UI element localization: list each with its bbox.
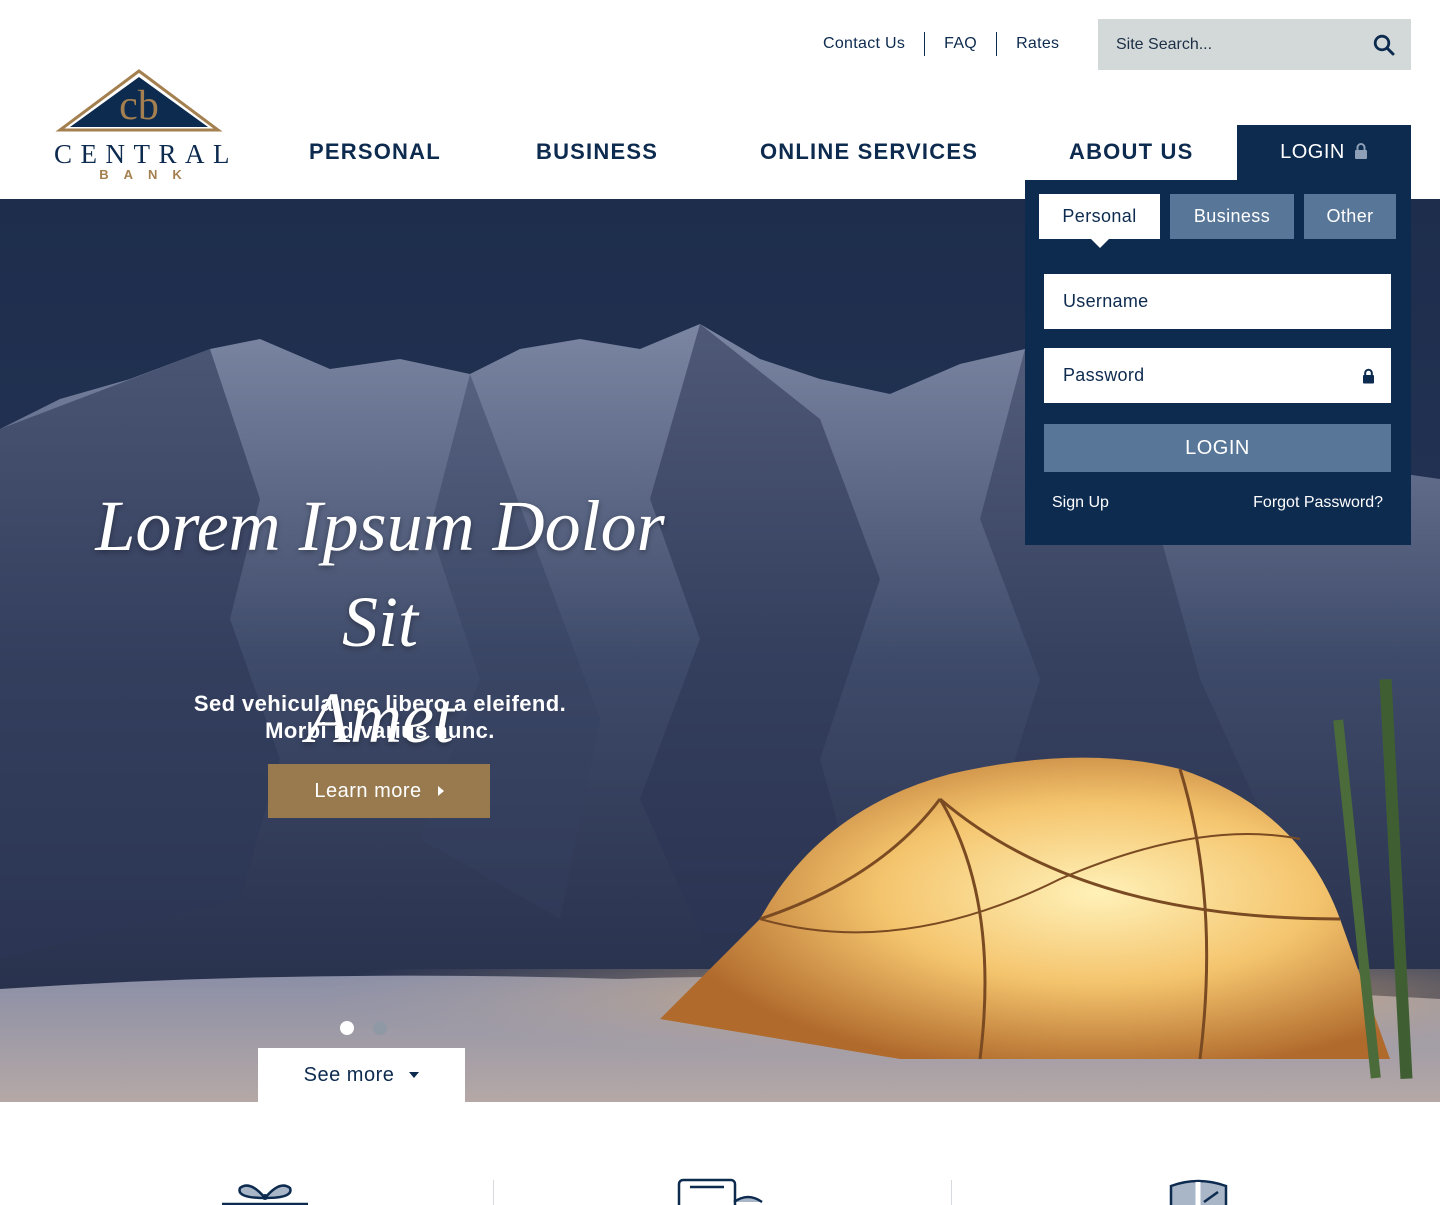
lock-icon bbox=[1354, 143, 1367, 159]
sign-up-link[interactable]: Sign Up bbox=[1052, 494, 1109, 512]
login-tab-other[interactable]: Other bbox=[1304, 194, 1396, 239]
logo-monogram: cb bbox=[119, 83, 159, 129]
nav-login-label: LOGIN bbox=[1280, 141, 1345, 163]
hero-title-line-1: Lorem Ipsum Dolor Sit bbox=[95, 486, 665, 662]
hero-subtitle: Sed vehicula nec libero a eleifend. Morb… bbox=[110, 690, 650, 744]
hero-subtitle-line-1: Sed vehicula nec libero a eleifend. bbox=[193, 691, 567, 716]
username-input[interactable] bbox=[1063, 291, 1375, 312]
username-field-wrap bbox=[1044, 274, 1391, 329]
nav-personal[interactable]: PERSONAL bbox=[309, 139, 441, 165]
carousel-dot-2[interactable] bbox=[373, 1021, 387, 1035]
feature-divider bbox=[493, 1180, 494, 1205]
devices-icon bbox=[677, 1178, 763, 1205]
site-search bbox=[1098, 19, 1411, 70]
shield-icon bbox=[1169, 1179, 1228, 1205]
utility-nav: Contact Us FAQ Rates bbox=[823, 32, 1059, 56]
utility-nav-divider bbox=[924, 32, 926, 56]
nav-online-services[interactable]: ONLINE SERVICES bbox=[760, 139, 978, 165]
lock-icon bbox=[1363, 368, 1374, 383]
logo-subtitle: BANK bbox=[99, 167, 197, 182]
search-input[interactable] bbox=[1116, 35, 1373, 54]
learn-more-button[interactable]: Learn more bbox=[268, 764, 490, 818]
gift-icon bbox=[222, 1184, 308, 1205]
nav-business[interactable]: BUSINESS bbox=[536, 139, 658, 165]
forgot-password-link[interactable]: Forgot Password? bbox=[1253, 494, 1383, 512]
faq-link[interactable]: FAQ bbox=[944, 35, 977, 53]
learn-more-label: Learn more bbox=[314, 779, 422, 802]
password-input[interactable] bbox=[1063, 365, 1362, 386]
login-submit-button[interactable]: LOGIN bbox=[1044, 424, 1391, 472]
login-tab-business[interactable]: Business bbox=[1170, 194, 1294, 239]
logo-wordmark: CENTRAL bbox=[54, 139, 238, 169]
see-more-label: See more bbox=[303, 1063, 395, 1086]
login-panel: Personal Business Other LOGIN Sign Up Fo… bbox=[1025, 180, 1411, 545]
password-field-wrap bbox=[1044, 348, 1391, 403]
caret-down-icon bbox=[409, 1072, 420, 1078]
contact-us-link[interactable]: Contact Us bbox=[823, 35, 905, 53]
feature-divider bbox=[951, 1180, 952, 1205]
hero-subtitle-line-2: Morbi id varius nunc. bbox=[265, 718, 495, 743]
caret-right-icon bbox=[437, 786, 444, 796]
rates-link[interactable]: Rates bbox=[1016, 35, 1059, 53]
nav-about-us[interactable]: ABOUT US bbox=[1069, 139, 1194, 165]
search-icon[interactable] bbox=[1373, 34, 1395, 56]
login-tab-personal[interactable]: Personal bbox=[1039, 194, 1160, 248]
carousel-dot-1[interactable] bbox=[340, 1021, 354, 1035]
see-more-button[interactable]: See more bbox=[258, 1048, 465, 1102]
utility-nav-divider bbox=[996, 32, 998, 56]
